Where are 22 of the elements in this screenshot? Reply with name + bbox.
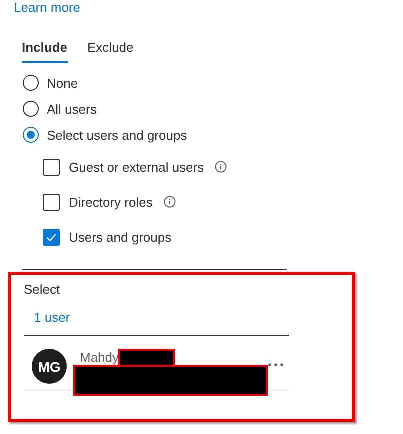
option-label: All users	[47, 102, 97, 116]
info-icon[interactable]	[164, 196, 176, 208]
checkbox[interactable]	[43, 194, 60, 210]
avatar: MG	[32, 349, 67, 384]
checkbox[interactable]	[43, 228, 60, 246]
checkbox[interactable]	[43, 158, 60, 176]
tab[interactable]: Include	[22, 37, 68, 63]
checkbox-label: Directory roles	[69, 194, 153, 210]
radio-button[interactable]	[23, 127, 39, 143]
tab[interactable]: Exclude	[88, 37, 134, 63]
select-label: Select	[24, 282, 62, 297]
checkbox-label: Guest or external users	[69, 160, 204, 174]
option-label: Select users and groups	[47, 128, 188, 142]
radio-button[interactable]	[23, 75, 39, 91]
user-count-link[interactable]: 1 user	[34, 310, 70, 325]
learn-more-link[interactable]: Learn more	[14, 1, 80, 15]
checkbox-label: Users and groups	[69, 230, 172, 244]
info-icon[interactable]	[215, 161, 228, 173]
radio-button[interactable]	[23, 101, 39, 117]
user-name: Mahdy	[80, 350, 120, 365]
option-label: None	[47, 76, 78, 90]
more-icon[interactable]	[268, 363, 284, 367]
